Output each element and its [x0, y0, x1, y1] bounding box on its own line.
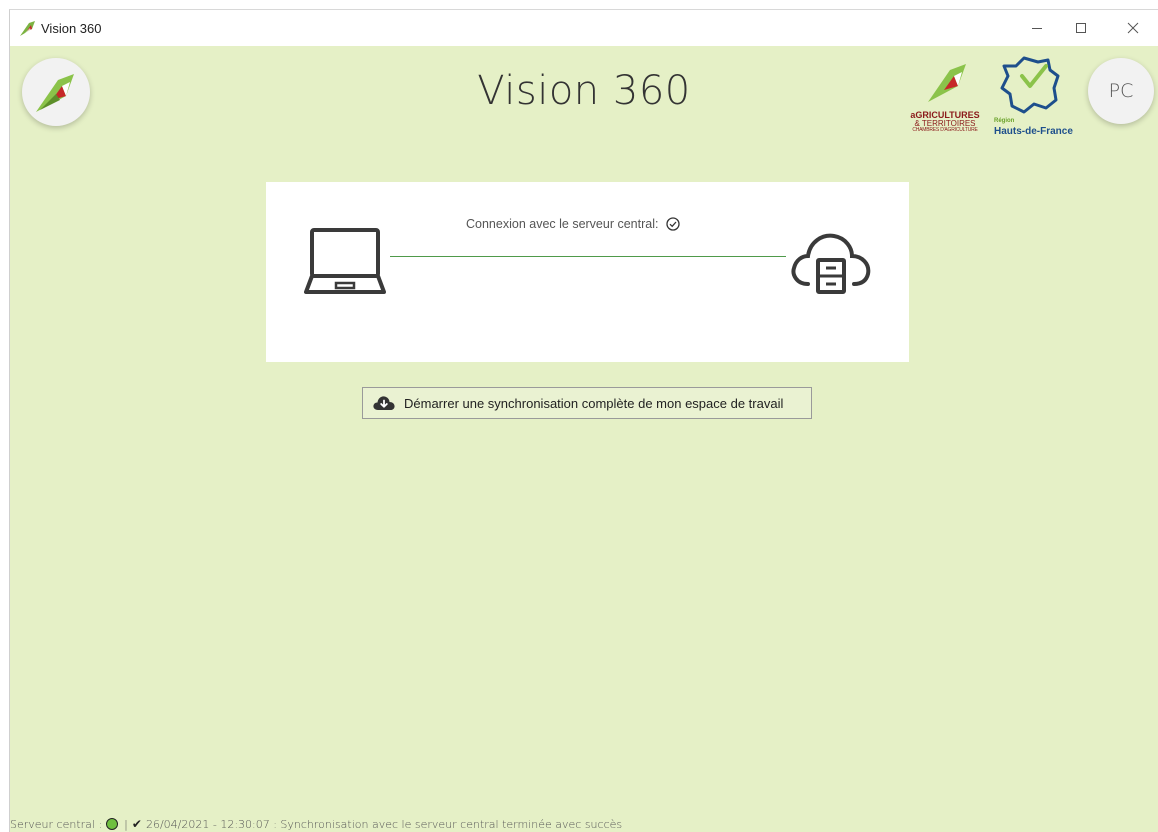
success-check-icon: ✔ — [131, 817, 142, 831]
status-bar-prefix: Serveur central : — [10, 817, 103, 831]
cloud-server-icon — [791, 233, 871, 294]
app-icon — [19, 19, 37, 37]
minimize-icon — [1032, 28, 1042, 29]
close-icon — [1127, 22, 1139, 34]
laptop-icon — [304, 228, 386, 294]
user-avatar[interactable]: PC — [1088, 58, 1154, 124]
connection-status: Connexion avec le serveur central: — [466, 217, 681, 231]
status-separator: | — [124, 817, 128, 831]
partner-logo-2-line1: Région — [994, 118, 1015, 124]
region-map-icon — [1000, 56, 1060, 114]
window-title: Vision 360 — [41, 20, 102, 36]
partner-logo-1-line3: CHAMBRES D'AGRICULTURE — [912, 127, 978, 133]
connection-label: Connexion avec le serveur central: — [466, 217, 659, 231]
partner-logo-agricultures: aGRICULTURES & TERRITOIRES CHAMBRES D'AG… — [900, 60, 990, 144]
maximize-button[interactable] — [1058, 10, 1104, 46]
connection-status-card: Connexion avec le serveur central: — [266, 182, 909, 362]
agricultures-logo-icon — [928, 64, 966, 102]
status-message: 26/04/2021 - 12:30:07 : Synchronisation … — [145, 817, 623, 831]
maximize-icon — [1076, 23, 1086, 33]
status-bar: Serveur central : | ✔ 26/04/2021 - 12:30… — [10, 814, 622, 832]
sync-button-label: Démarrer une synchronisation complète de… — [404, 395, 784, 411]
close-button[interactable] — [1110, 10, 1156, 46]
minimize-button[interactable] — [1014, 10, 1060, 46]
connection-line — [390, 256, 786, 257]
partner-logo-2-line2: Hauts-de-France — [994, 126, 1073, 137]
app-window: Vision 360 Vision 360 aGRICULTURES & TER… — [9, 9, 1158, 832]
check-circle-icon — [666, 217, 681, 231]
partner-logo-region: Région Hauts-de-France — [994, 54, 1074, 144]
cloud-download-icon — [373, 395, 395, 411]
start-sync-button[interactable]: Démarrer une synchronisation complète de… — [362, 387, 812, 419]
title-bar[interactable]: Vision 360 — [10, 10, 1158, 46]
server-status-indicator — [106, 818, 119, 830]
